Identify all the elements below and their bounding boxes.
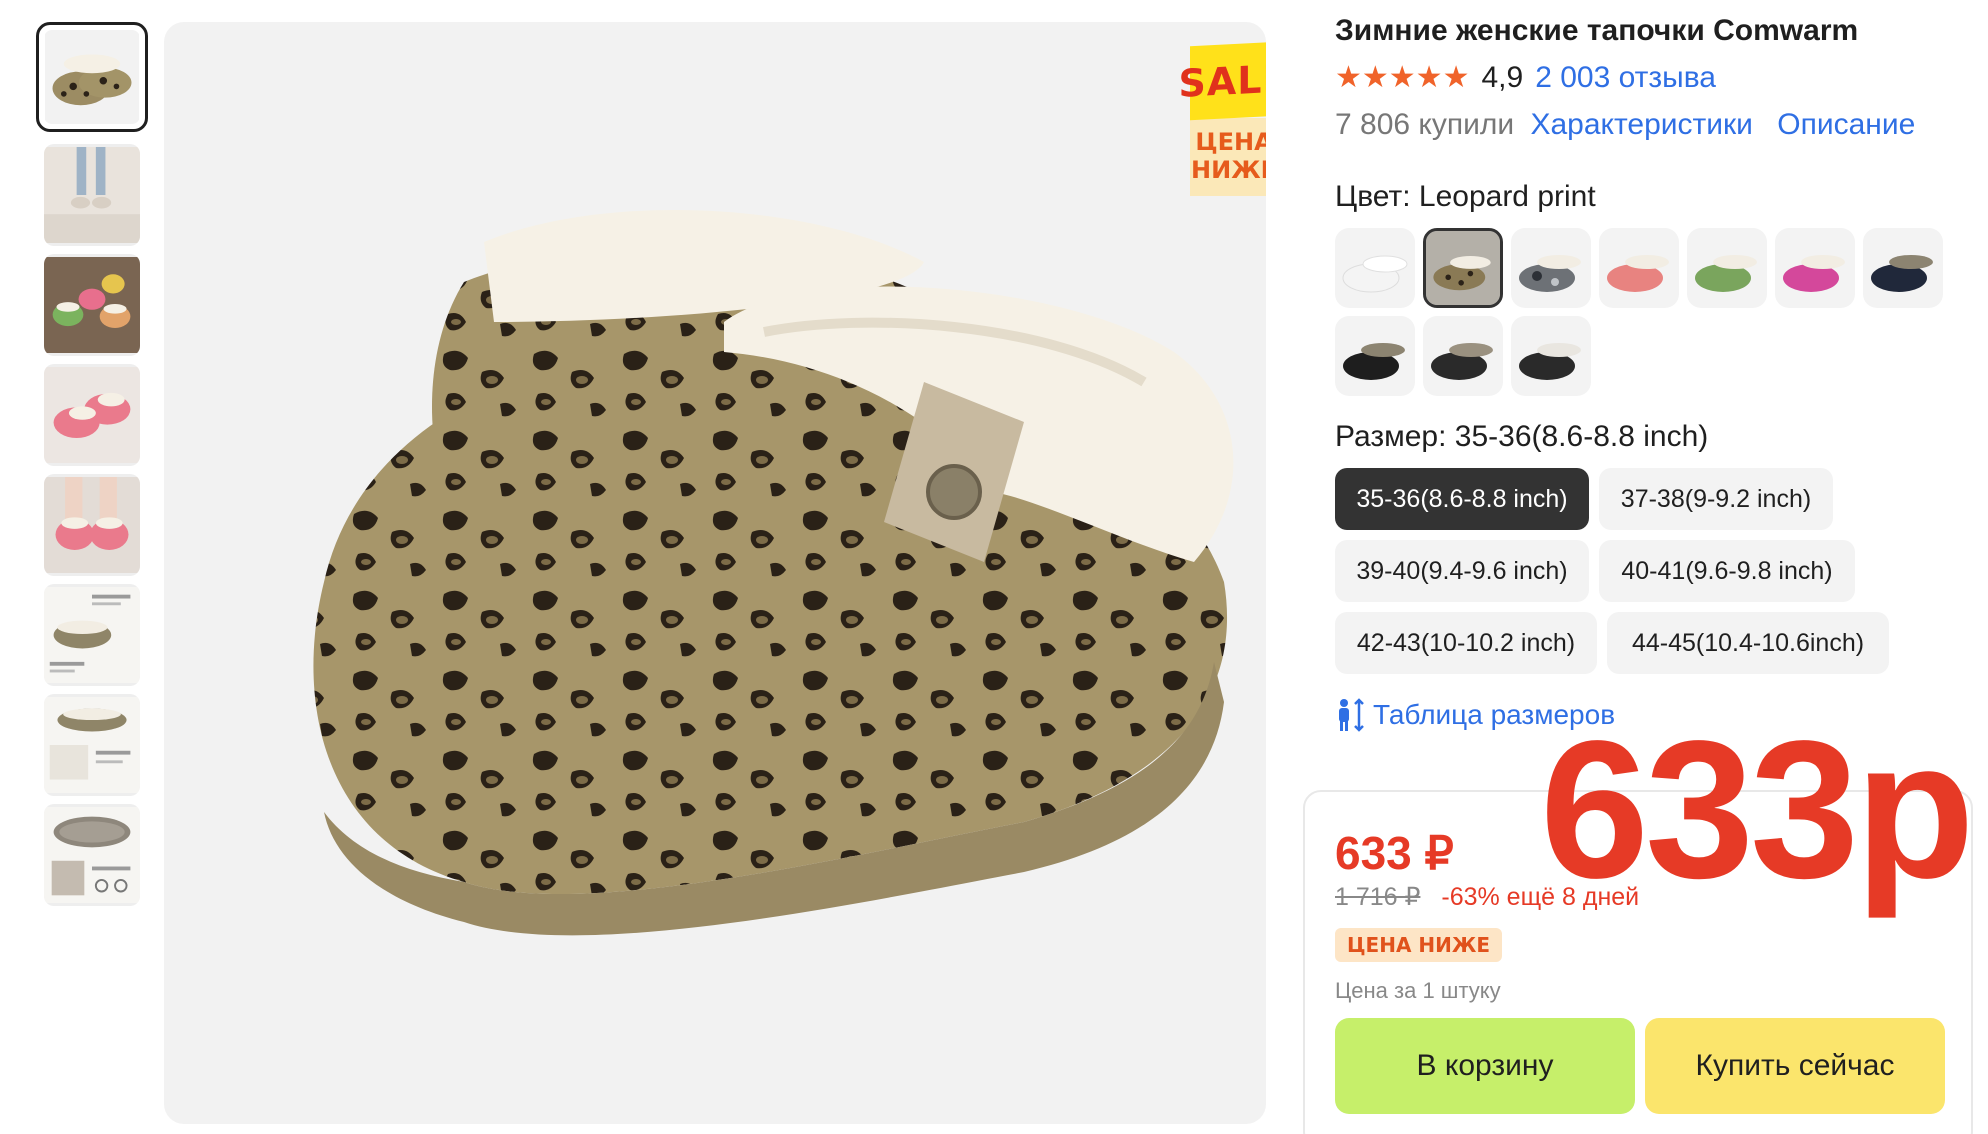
description-link[interactable]: Описание bbox=[1777, 108, 1915, 141]
characteristics-link[interactable]: Характеристики bbox=[1530, 108, 1752, 141]
thumbnail-4[interactable] bbox=[44, 364, 140, 466]
thumbnail-7[interactable] bbox=[44, 694, 140, 796]
size-option-40-41[interactable]: 40-41(9.6-9.8 inch) bbox=[1599, 540, 1855, 602]
size-chart-icon bbox=[1339, 698, 1364, 732]
size-option-44-45[interactable]: 44-45(10.4-10.6inch) bbox=[1607, 612, 1889, 674]
thumbnail-6[interactable] bbox=[44, 584, 140, 686]
thumbnail-8[interactable] bbox=[44, 804, 140, 906]
color-label: Цвет: Leopard print bbox=[1335, 180, 1596, 213]
pink-slippers-worn-icon bbox=[44, 477, 140, 573]
rating-row: ★★★★★ 4,9 2 003 отзыва bbox=[1335, 60, 1716, 95]
colorful-slippers-icon bbox=[44, 257, 140, 353]
reviews-link[interactable]: 2 003 отзыва bbox=[1535, 61, 1716, 95]
swatch-magenta[interactable] bbox=[1775, 228, 1855, 308]
rating-value: 4,9 bbox=[1481, 60, 1524, 94]
pink-slippers-icon bbox=[44, 367, 140, 463]
sale-badge-top: SALE bbox=[1179, 41, 1266, 121]
lower-price-badge: ЦЕНА НИЖЕ bbox=[1335, 928, 1503, 962]
product-title: Зимние женские тапочки Comwarm bbox=[1335, 14, 1859, 47]
size-label: Размер: 35-36(8.6-8.8 inch) bbox=[1335, 420, 1709, 453]
memory-foam-infographic-icon bbox=[44, 697, 140, 793]
size-option-42-43[interactable]: 42-43(10-10.2 inch) bbox=[1335, 612, 1597, 674]
swatch-white[interactable] bbox=[1335, 228, 1415, 308]
thumbnail-3[interactable] bbox=[44, 254, 140, 356]
thumbnail-1[interactable] bbox=[36, 22, 148, 132]
old-price: 1 716 ₽ bbox=[1335, 883, 1421, 911]
star-rating-icon: ★★★★★ bbox=[1335, 61, 1470, 94]
leopard-clog-photo-icon bbox=[313, 209, 1234, 936]
sale-badge-bottom: ЦЕНА НИЖЕ bbox=[1190, 118, 1266, 196]
bought-row: 7 806 купили Характеристики Описание bbox=[1335, 108, 1915, 142]
leopard-clog-icon bbox=[45, 30, 139, 124]
sole-infographic-icon bbox=[44, 807, 140, 903]
swatch-black-white[interactable] bbox=[1511, 316, 1591, 396]
bought-count: 7 806 купили bbox=[1335, 108, 1515, 141]
size-option-39-40[interactable]: 39-40(9.4-9.6 inch) bbox=[1335, 540, 1589, 602]
sale-badge-line2: НИЖЕ bbox=[1191, 156, 1266, 184]
add-to-cart-button[interactable]: В корзину bbox=[1335, 1018, 1635, 1114]
swatch-leopard-print[interactable] bbox=[1423, 228, 1503, 308]
big-price-overlay: 633р bbox=[1540, 700, 1975, 919]
swatch-black-grey-2[interactable] bbox=[1423, 316, 1503, 396]
swatch-coral-pink[interactable] bbox=[1599, 228, 1679, 308]
thumbnail-2[interactable] bbox=[44, 144, 140, 246]
size-option-37-38[interactable]: 37-38(9-9.2 inch) bbox=[1599, 468, 1833, 530]
thumbnail-5[interactable] bbox=[44, 474, 140, 576]
swatch-black-grey[interactable] bbox=[1335, 316, 1415, 396]
main-product-image[interactable]: SALE ЦЕНА НИЖЕ bbox=[164, 22, 1266, 1124]
swatch-navy[interactable] bbox=[1863, 228, 1943, 308]
slippers-on-carpet-icon bbox=[44, 147, 140, 243]
size-option-35-36[interactable]: 35-36(8.6-8.8 inch) bbox=[1335, 468, 1589, 530]
swatch-green[interactable] bbox=[1687, 228, 1767, 308]
sale-badge-line1: ЦЕНА bbox=[1195, 128, 1266, 156]
buy-now-button[interactable]: Купить сейчас bbox=[1645, 1018, 1945, 1114]
per-unit-label: Цена за 1 штуку bbox=[1335, 978, 1501, 1003]
sale-badge: SALE ЦЕНА НИЖЕ bbox=[1179, 41, 1266, 196]
current-price: 633 ₽ bbox=[1335, 827, 1454, 879]
feature-infographic-icon bbox=[44, 587, 140, 683]
swatch-camo-grey[interactable] bbox=[1511, 228, 1591, 308]
